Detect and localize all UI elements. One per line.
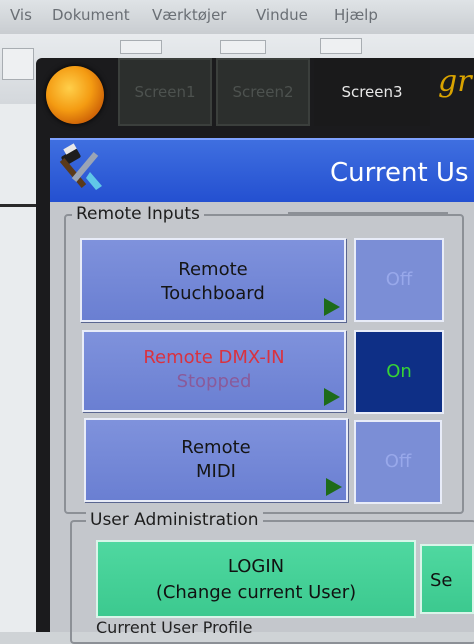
menu-item-vindue[interactable]: Vindue (256, 6, 308, 24)
button-line1: Remote DMX-IN (143, 347, 285, 368)
host-menubar: Vis Dokument Værktøjer Vindue Hjælp (0, 0, 474, 35)
button-line2: MIDI (195, 461, 236, 482)
remote-dmx-in-button[interactable]: Remote DMX-IN Stopped (82, 330, 346, 412)
menu-item-dokument[interactable]: Dokument (52, 6, 130, 24)
brand-logo: gr (438, 64, 472, 99)
menu-item-vaerktojer[interactable]: Værktøjer (152, 6, 226, 24)
menu-item-vis[interactable]: Vis (10, 6, 32, 24)
login-button[interactable]: LOGIN (Change current User) (96, 540, 416, 618)
button-line1: Remote (181, 437, 251, 458)
remote-midi-button[interactable]: Remote MIDI (84, 418, 348, 502)
midi-state-toggle[interactable]: Off (354, 420, 442, 504)
user-administration-label: User Administration (86, 510, 263, 530)
tab-screen1[interactable]: Screen1 (118, 58, 212, 126)
tools-icon (59, 143, 102, 190)
login-label: LOGIN (227, 556, 285, 577)
play-arrow-icon (324, 388, 340, 406)
tab-label: Screen2 (232, 83, 294, 101)
toolbar-field[interactable] (220, 40, 266, 54)
play-arrow-icon (326, 478, 342, 496)
remote-touchboard-button[interactable]: Remote Touchboard (80, 238, 346, 322)
toolbar-tool-icon[interactable] (2, 48, 34, 80)
page-title: Current Us (330, 158, 469, 188)
second-user-button[interactable]: Se (420, 544, 474, 614)
dmx-in-state-toggle[interactable]: On (354, 330, 444, 414)
toolbar-field[interactable] (120, 40, 162, 54)
touchboard-state-toggle[interactable]: Off (354, 238, 444, 322)
tab-screen3[interactable]: Screen3 (314, 58, 430, 126)
dmx-status-text: Stopped (176, 371, 252, 392)
tab-label: Screen3 (341, 83, 403, 101)
orb-logo-icon[interactable] (46, 66, 104, 124)
remote-inputs-label: Remote Inputs (72, 204, 204, 224)
play-arrow-icon (324, 298, 340, 316)
tab-label: Screen1 (134, 83, 196, 101)
login-sublabel: (Change current User) (155, 582, 357, 603)
divider (288, 212, 448, 214)
toolbar-field[interactable] (320, 38, 362, 54)
current-user-profile-label: Current User Profile (96, 618, 253, 637)
menu-item-hjaelp[interactable]: Hjælp (334, 6, 378, 24)
button-line1: Remote (178, 259, 248, 280)
button-line2: Touchboard (161, 283, 265, 304)
tab-screen2[interactable]: Screen2 (216, 58, 310, 126)
